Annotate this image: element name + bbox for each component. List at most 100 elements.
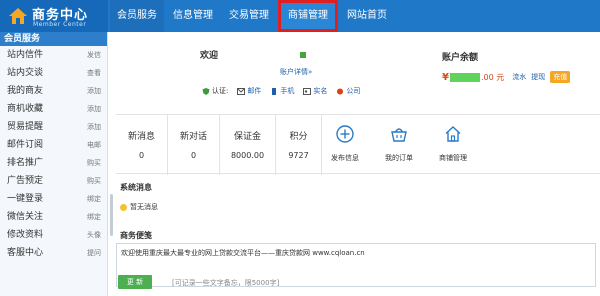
top-bar: 商务中心 Member Center 会员服务 信息管理 交易管理 商铺管理 网… bbox=[0, 0, 600, 32]
masked-amount bbox=[449, 72, 480, 82]
sidebar-item-one-click-login[interactable]: 一键登录 绑定 bbox=[0, 190, 107, 208]
id-card-icon bbox=[303, 87, 312, 95]
balance-title: 账户余额 bbox=[442, 53, 479, 63]
quick-publish-info[interactable]: 发布信息 bbox=[318, 115, 372, 175]
sidebar-item-label[interactable]: 一键登录 bbox=[7, 190, 43, 208]
shield-icon bbox=[202, 87, 210, 95]
stat-label: 新对话 bbox=[179, 132, 207, 142]
stat-new-messages[interactable]: 新消息 0 bbox=[116, 115, 168, 175]
quick-label[interactable]: 我的订单 bbox=[372, 153, 426, 163]
memo-hint: [可记录一些文字备忘，限5000字] bbox=[172, 279, 280, 287]
quick-label[interactable]: 商铺管理 bbox=[426, 153, 480, 163]
sidebar-item-label[interactable]: 微信关注 bbox=[7, 208, 43, 226]
stat-value: 9727 bbox=[288, 151, 309, 160]
auth-item-company[interactable]: 公司 bbox=[336, 86, 360, 96]
stat-value: 0 bbox=[138, 151, 145, 160]
sidebar-item-my-friends[interactable]: 我的商友 添加 bbox=[0, 82, 107, 100]
status-check-icon bbox=[300, 52, 306, 58]
stat-label: 保证金 bbox=[233, 132, 261, 142]
stat-deposit[interactable]: 保证金 8000.00 bbox=[220, 115, 276, 175]
sidebar-title: 会员服务 bbox=[0, 32, 107, 46]
nav-member-service[interactable]: 会员服务 bbox=[110, 0, 164, 32]
basket-icon bbox=[391, 128, 407, 142]
nav-info-management[interactable]: 信息管理 bbox=[166, 0, 220, 32]
auth-company-label[interactable]: 公司 bbox=[346, 86, 360, 96]
stat-label: 新消息 bbox=[127, 132, 155, 142]
sidebar-item-label[interactable]: 站内信件 bbox=[7, 46, 43, 64]
auth-phone-label[interactable]: 手机 bbox=[280, 86, 294, 96]
sidebar-item-label[interactable]: 站内交谈 bbox=[7, 64, 43, 82]
account-detail-link[interactable]: 账户详情» bbox=[280, 67, 312, 77]
sidebar-item-customer-service[interactable]: 客服中心 提问 bbox=[0, 244, 107, 262]
sidebar-item-label[interactable]: 排名推广 bbox=[7, 154, 43, 172]
welcome-text: 欢迎 bbox=[200, 51, 219, 61]
sidebar-item-site-mail[interactable]: 站内信件 发信 bbox=[0, 46, 107, 64]
memo-title: 商务便笺 bbox=[120, 231, 152, 240]
sidebar-item-email-subscription[interactable]: 邮件订阅 电邮 bbox=[0, 136, 107, 154]
auth-item-realname[interactable]: 实名 bbox=[303, 86, 327, 96]
sidebar-item-action[interactable]: 电邮 bbox=[87, 136, 101, 154]
quick-label[interactable]: 发布信息 bbox=[318, 153, 372, 163]
nav-trade-management[interactable]: 交易管理 bbox=[222, 0, 276, 32]
sidebar-item-action[interactable]: 绑定 bbox=[87, 208, 101, 226]
company-icon bbox=[337, 87, 344, 95]
sidebar-item-edit-profile[interactable]: 修改资料 头像 bbox=[0, 226, 107, 244]
auth-item-email[interactable]: 邮件 bbox=[237, 86, 261, 96]
sidebar-item-action[interactable]: 头像 bbox=[87, 226, 101, 244]
auth-email-label[interactable]: 邮件 bbox=[247, 86, 261, 96]
main-nav: 会员服务 信息管理 交易管理 商铺管理 网站首页 bbox=[110, 0, 396, 32]
profile-panel: 欢迎 账户详情» 认证: 邮件 手机 实名 公司 账户余额 ¥ .00 元 流水… bbox=[116, 32, 600, 112]
sidebar-item-label[interactable]: 客服中心 bbox=[7, 244, 43, 262]
update-button[interactable]: 更 新 bbox=[118, 275, 152, 289]
sidebar-item-action[interactable]: 绑定 bbox=[87, 190, 101, 208]
sidebar-item-action[interactable]: 添加 bbox=[87, 100, 101, 118]
system-messages-title: 系统消息 bbox=[120, 183, 152, 192]
nav-shop-management[interactable]: 商铺管理 bbox=[278, 0, 338, 32]
phone-icon bbox=[272, 87, 277, 95]
sidebar-item-action[interactable]: 购买 bbox=[87, 172, 101, 190]
sidebar-item-label[interactable]: 商机收藏 bbox=[7, 100, 43, 118]
main-content: 欢迎 账户详情» 认证: 邮件 手机 实名 公司 账户余额 ¥ .00 元 流水… bbox=[116, 32, 600, 296]
quick-my-orders[interactable]: 我的订单 bbox=[372, 115, 426, 175]
auth-row: 认证: 邮件 手机 实名 公司 bbox=[202, 86, 369, 96]
sidebar-item-trade-alerts[interactable]: 贸易提醒 添加 bbox=[0, 118, 107, 136]
stat-new-chats[interactable]: 新对话 0 bbox=[168, 115, 220, 175]
withdraw-link[interactable]: 提现 bbox=[531, 72, 545, 82]
recharge-button[interactable]: 充值 bbox=[550, 71, 571, 83]
plus-circle-icon bbox=[336, 125, 354, 143]
transactions-link[interactable]: 流水 bbox=[512, 72, 526, 82]
sidebar-item-action[interactable]: 查看 bbox=[87, 64, 101, 82]
logo[interactable]: 商务中心 Member Center bbox=[0, 0, 108, 32]
sidebar-item-label[interactable]: 邮件订阅 bbox=[7, 136, 43, 154]
sidebar-item-label[interactable]: 修改资料 bbox=[7, 226, 43, 244]
amount-tail: .00 元 bbox=[480, 72, 505, 82]
home-icon bbox=[445, 126, 461, 142]
sidebar-item-action[interactable]: 添加 bbox=[87, 118, 101, 136]
sidebar-item-ranking-promo[interactable]: 排名推广 购买 bbox=[0, 154, 107, 172]
stat-value: 0 bbox=[190, 151, 197, 160]
sidebar: 会员服务 站内信件 发信 站内交谈 查看 我的商友 添加 商机收藏 添加 贸易提醒 添加 … bbox=[0, 32, 108, 296]
sidebar-item-wechat-follow[interactable]: 微信关注 绑定 bbox=[0, 208, 107, 226]
sidebar-item-action[interactable]: 发信 bbox=[87, 46, 101, 64]
nav-site-home[interactable]: 网站首页 bbox=[340, 0, 394, 32]
quick-shop-management[interactable]: 商铺管理 bbox=[426, 115, 480, 175]
sidebar-item-favorites[interactable]: 商机收藏 添加 bbox=[0, 100, 107, 118]
sidebar-item-ad-booking[interactable]: 广告预定 购买 bbox=[0, 172, 107, 190]
stat-label: 积分 bbox=[289, 132, 308, 142]
auth-label: 认证: bbox=[212, 87, 229, 95]
sidebar-item-action[interactable]: 提问 bbox=[87, 244, 101, 262]
auth-item-phone[interactable]: 手机 bbox=[270, 86, 294, 96]
sidebar-item-label[interactable]: 贸易提醒 bbox=[7, 118, 43, 136]
sidebar-scrollbar[interactable] bbox=[110, 194, 113, 236]
auth-realname-label[interactable]: 实名 bbox=[313, 86, 327, 96]
empty-text: 暂无消息 bbox=[130, 203, 158, 211]
stat-points[interactable]: 积分 9727 bbox=[276, 115, 322, 175]
mail-icon bbox=[237, 87, 246, 95]
sidebar-item-action[interactable]: 购买 bbox=[87, 154, 101, 172]
sidebar-item-label[interactable]: 广告预定 bbox=[7, 172, 43, 190]
system-messages-empty: 暂无消息 bbox=[120, 202, 158, 212]
sidebar-item-action[interactable]: 添加 bbox=[87, 82, 101, 100]
sidebar-item-site-chat[interactable]: 站内交谈 查看 bbox=[0, 64, 107, 82]
sidebar-item-label[interactable]: 我的商友 bbox=[7, 82, 43, 100]
balance-row: ¥ .00 元 流水 提现 充值 bbox=[442, 71, 571, 83]
